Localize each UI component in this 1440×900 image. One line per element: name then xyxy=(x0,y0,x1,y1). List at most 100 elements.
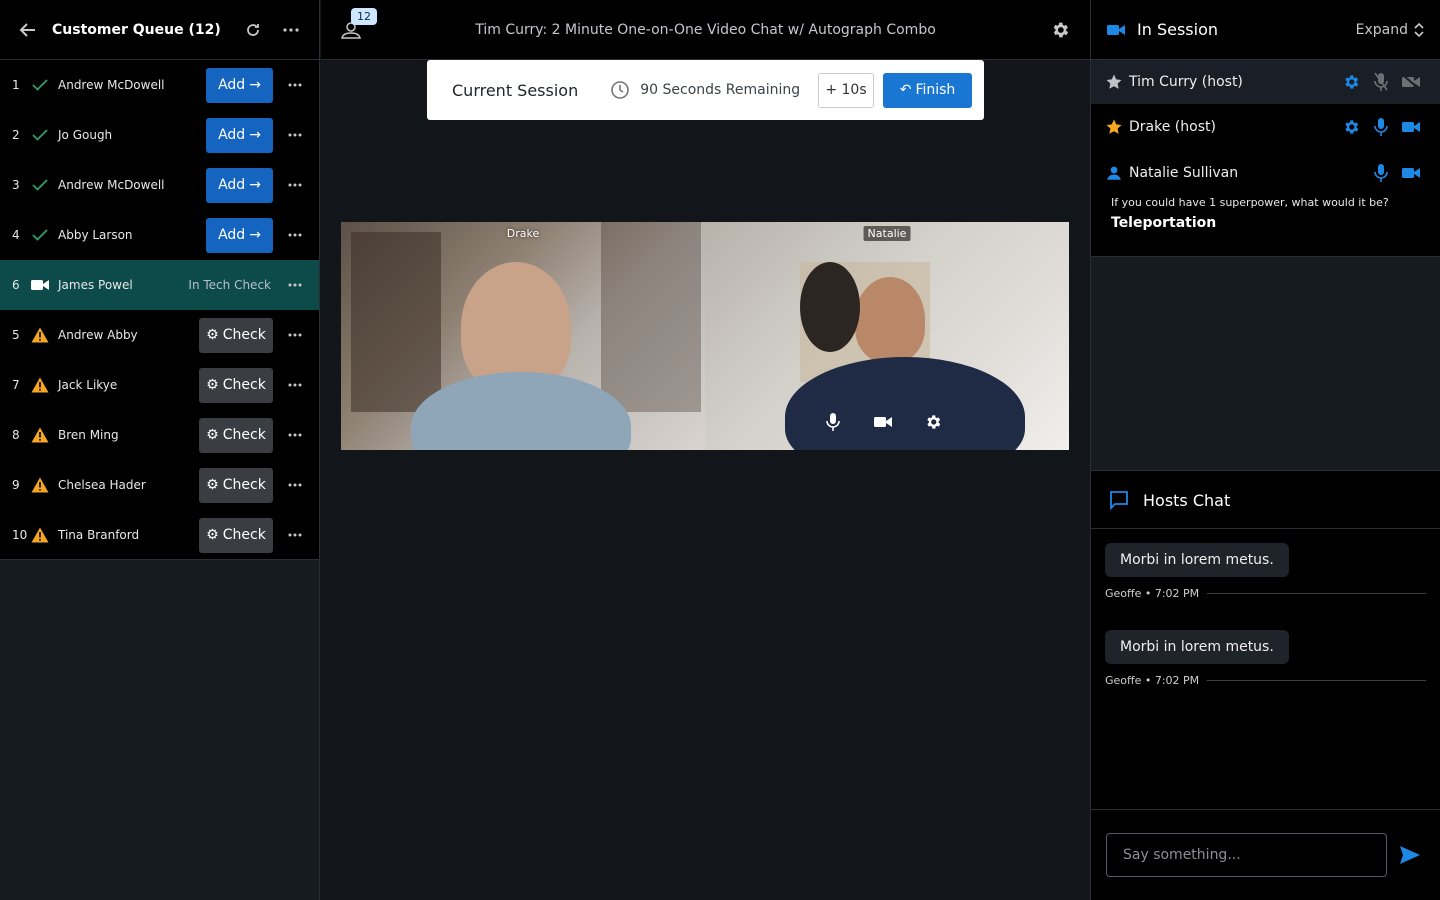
row-name: Jo Gough xyxy=(58,128,113,142)
checkmark-icon xyxy=(28,75,52,95)
more-horizontal-icon xyxy=(288,283,302,287)
queue-title: Customer Queue (12) xyxy=(52,21,221,38)
warning-icon xyxy=(28,525,52,545)
member-row: Natalie Sullivan xyxy=(1091,150,1440,196)
send-button[interactable] xyxy=(1395,840,1425,870)
check-button[interactable]: ⚙ Check xyxy=(199,367,273,403)
member-name: Drake (host) xyxy=(1129,119,1216,135)
row-more-button[interactable] xyxy=(283,323,307,347)
add-button[interactable]: Add → xyxy=(206,217,273,253)
finish-button[interactable]: ↶ Finish xyxy=(883,72,972,108)
microphone-muted-icon xyxy=(1374,72,1388,91)
row-name: Andrew Abby xyxy=(58,328,138,342)
row-number: 7 xyxy=(12,378,20,392)
chat-title: Hosts Chat xyxy=(1143,490,1231,510)
member-camera-button[interactable] xyxy=(1396,161,1426,185)
microphone-icon xyxy=(1374,118,1388,136)
session-empty-area xyxy=(1091,256,1440,471)
queue-row-active[interactable]: 6 James Powel In Tech Check xyxy=(0,260,319,310)
gear-icon: ⚙ xyxy=(206,477,219,493)
row-more-button[interactable] xyxy=(283,273,307,297)
top-bar: 12 Tim Curry: 2 Minute One-on-One Video … xyxy=(321,0,1090,60)
microphone-icon xyxy=(1374,164,1388,182)
video-camera-icon xyxy=(1402,168,1420,178)
video-background-shape xyxy=(351,232,441,412)
message-bubble: Morbi in lorem metus. xyxy=(1105,543,1289,577)
checkmark-icon xyxy=(28,225,52,245)
member-camera-button[interactable] xyxy=(1396,115,1426,139)
member-mic-button[interactable] xyxy=(1366,115,1396,139)
row-more-button[interactable] xyxy=(283,473,307,497)
expand-button[interactable]: Expand xyxy=(1356,22,1424,38)
queue-row: 4 Abby Larson Add → xyxy=(0,210,319,260)
participant-hair xyxy=(800,262,860,352)
add-button-label: Add xyxy=(218,227,246,243)
add-button[interactable]: Add → xyxy=(206,117,273,153)
chat-message: Morbi in lorem metus. Geoffe • 7:02 PM xyxy=(1105,543,1426,600)
member-mic-button[interactable] xyxy=(1366,161,1396,185)
row-more-button[interactable] xyxy=(283,73,307,97)
participants-button[interactable]: 12 xyxy=(321,0,381,60)
row-more-button[interactable] xyxy=(283,123,307,147)
mic-toggle-button[interactable] xyxy=(821,410,845,434)
participants-count-badge: 12 xyxy=(351,7,377,25)
add-10s-button[interactable]: + 10s xyxy=(818,72,874,108)
message-meta: Geoffe • 7:02 PM xyxy=(1105,674,1426,687)
queue-row: 9 Chelsea Hader ⚙ Check xyxy=(0,460,319,510)
row-name: Abby Larson xyxy=(58,228,133,242)
gear-icon: ⚙ xyxy=(206,327,219,343)
video-tile-natalie[interactable]: Natalie xyxy=(705,222,1069,450)
app-root: Customer Queue (12) 1 Andrew McDowell Ad… xyxy=(0,0,1440,900)
member-settings-button[interactable] xyxy=(1336,70,1366,94)
chat-input[interactable] xyxy=(1106,833,1388,877)
back-button[interactable] xyxy=(14,16,42,44)
microphone-icon xyxy=(826,413,840,431)
customer-queue: Customer Queue (12) 1 Andrew McDowell Ad… xyxy=(0,0,320,560)
member-mic-button[interactable] xyxy=(1366,70,1396,94)
chat-header: Hosts Chat xyxy=(1091,472,1440,529)
add-button[interactable]: Add → xyxy=(206,67,273,103)
video-settings-button[interactable] xyxy=(921,410,945,434)
message-meta-text: Geoffe • 7:02 PM xyxy=(1105,674,1200,687)
queue-row: 1 Andrew McDowell Add → xyxy=(0,60,319,110)
participant-body xyxy=(411,372,631,450)
settings-button[interactable] xyxy=(1030,0,1090,60)
clock-icon xyxy=(611,81,630,99)
row-more-button[interactable] xyxy=(283,223,307,247)
row-name: James Powel xyxy=(58,278,133,292)
row-more-button[interactable] xyxy=(283,173,307,197)
warning-icon xyxy=(28,425,52,445)
camera-toggle-button[interactable] xyxy=(871,410,895,434)
member-camera-button[interactable] xyxy=(1396,70,1426,94)
check-button[interactable]: ⚙ Check xyxy=(199,467,273,503)
gear-icon xyxy=(1345,120,1359,134)
video-tile-drake[interactable]: Drake xyxy=(341,222,705,450)
video-background-shape xyxy=(601,222,701,412)
add-button[interactable]: Add → xyxy=(206,167,273,203)
row-name: Tina Branford xyxy=(58,528,140,542)
member-settings-button[interactable] xyxy=(1336,115,1366,139)
user-icon xyxy=(1107,166,1121,180)
check-button[interactable]: ⚙ Check xyxy=(199,517,273,553)
more-horizontal-icon xyxy=(288,83,302,87)
star-icon xyxy=(1106,119,1122,134)
gear-icon xyxy=(927,415,941,429)
add-button-label: Add xyxy=(218,177,246,193)
check-button[interactable]: ⚙ Check xyxy=(199,417,273,453)
row-more-button[interactable] xyxy=(283,523,307,547)
more-horizontal-icon xyxy=(288,483,302,487)
more-horizontal-icon xyxy=(288,433,302,437)
check-button[interactable]: ⚙ Check xyxy=(199,317,273,353)
row-more-button[interactable] xyxy=(283,373,307,397)
refresh-button[interactable] xyxy=(239,16,267,44)
divider xyxy=(1207,680,1426,681)
row-number: 4 xyxy=(12,228,20,242)
expand-label: Expand xyxy=(1355,21,1408,38)
row-name: Jack Likye xyxy=(58,378,118,392)
queue-more-button[interactable] xyxy=(277,16,305,44)
participant-face xyxy=(855,277,925,362)
video-stage: Current Session 90 Seconds Remaining + 1… xyxy=(321,60,1090,900)
row-name: Andrew McDowell xyxy=(58,78,165,92)
queue-empty-area xyxy=(0,560,320,900)
row-more-button[interactable] xyxy=(283,423,307,447)
